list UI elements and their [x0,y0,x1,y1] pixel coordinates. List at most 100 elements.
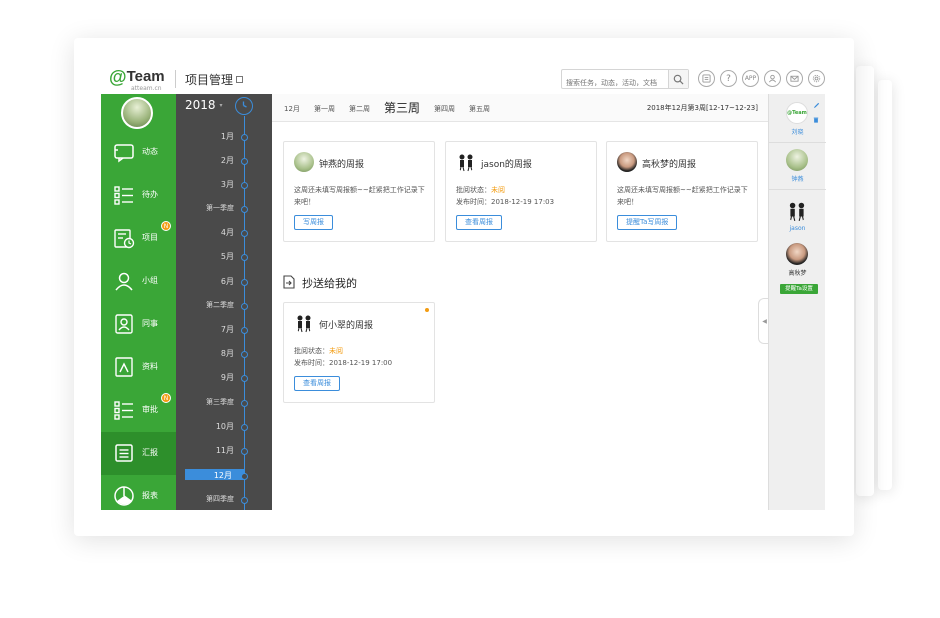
timeline-item[interactable]: 9月 [176,371,272,385]
write-report-button[interactable]: 写周报 [294,215,333,230]
header-tools: ? APP [698,70,825,87]
view-report-button[interactable]: 查看周报 [294,376,340,391]
publish-time: 发布时间：2018-12-19 17:00 [294,359,393,367]
tab-week-5[interactable]: 第五周 [469,104,490,114]
user-icon[interactable] [764,70,781,87]
sidebar-item-group[interactable]: 小组 [101,260,176,303]
title-menu-icon[interactable] [236,76,244,83]
publish-time: 发布时间：2018-12-19 17:03 [456,198,555,206]
logo-text: Team [126,68,165,85]
avatar [617,152,637,172]
new-badge: N [161,393,171,403]
report-card: 高秋梦的周报 这周还未填写周报额~~赶紧把工作记录下来吧！ 提醒Ta写周报 [606,141,758,242]
report-card: jason的周报 批阅状态：未阅 发布时间：2018-12-19 17:03 查看… [445,141,597,242]
app-icon[interactable]: APP [742,70,759,87]
sidebar-item-label: 资料 [142,362,158,371]
timeline-item[interactable]: 10月 [176,420,272,434]
timeline-panel: 2018 ▾ 1月 2月 3月 第一季度 4月 5月 6月 第二季度 7月 8月 … [176,94,272,510]
search-button[interactable] [668,70,688,88]
member-name[interactable]: jason [769,225,826,232]
divider [769,142,826,143]
timeline-item[interactable]: 1月 [176,130,272,144]
clock-icon[interactable] [235,97,253,115]
help-icon[interactable]: ? [720,70,737,87]
tab-week-4[interactable]: 第四周 [434,104,455,114]
mail-icon[interactable] [786,70,803,87]
timeline-item[interactable]: 3月 [176,178,272,192]
sidebar-item-label: 项目 [142,233,158,242]
sidebar-item-label: 报表 [142,491,158,500]
view-report-button[interactable]: 查看周报 [456,215,502,230]
report-title: 钟燕的周报 [319,160,365,170]
tab-month[interactable]: 12月 [284,104,300,114]
header-divider [175,70,176,88]
report-icon [115,444,133,462]
tab-week-2[interactable]: 第二周 [349,104,370,114]
timeline-item[interactable]: 7月 [176,323,272,337]
timeline-item[interactable]: 2月 [176,154,272,168]
page-title: 项目管理 [185,71,244,88]
remind-setup-button[interactable]: 提醒Ta设置 [780,284,818,294]
sidebar-item-colleague[interactable]: 同事 [101,303,176,346]
year-selector[interactable]: 2018 ▾ [185,98,223,112]
user-avatar[interactable] [121,97,153,129]
status-label: 批阅状态： [456,186,491,194]
member-panel: @Team 刘晓 钟燕 jason 高秋梦 提醒Ta设置 [768,94,826,510]
member-name[interactable]: 高秋梦 [769,268,826,277]
colleague-icon [115,314,133,334]
sidebar-item-label: 待办 [142,190,158,199]
member-name[interactable]: 钟燕 [769,174,826,183]
tab-week-1[interactable]: 第一周 [314,104,335,114]
member-avatar[interactable] [786,243,808,265]
timeline-item[interactable]: 11月 [176,444,272,458]
settings-icon[interactable] [808,70,825,87]
news-icon[interactable] [698,70,715,87]
timeline-item[interactable]: 第一季度 [176,202,272,216]
timeline-item[interactable]: 第二季度 [176,299,272,313]
member-avatar[interactable] [786,200,808,222]
timeline-item[interactable]: 第四季度 [176,493,272,507]
sidebar-item-report[interactable]: 汇报 [101,432,176,475]
cc-icon [283,275,295,289]
divider [769,189,826,190]
sidebar-item-label: 审批 [142,405,158,414]
member-avatar[interactable] [786,149,808,171]
sidebar-item-todo[interactable]: 待办 [101,174,176,217]
cc-section-title: 抄送给我的 [302,277,357,290]
remind-report-button[interactable]: 提醒Ta写周报 [617,215,678,230]
sidebar-item-files[interactable]: 资料 [101,346,176,389]
main-content: 12月 第一周 第二周 第三周 第四周 第五周 2018年12月第3周[12-1… [272,94,768,510]
cc-report-card: 何小翠的周报 批阅状态：未阅 发布时间：2018-12-19 17:00 查看周报 [283,302,435,403]
status-badge: 未阅 [329,347,343,355]
timeline-item[interactable]: 8月 [176,347,272,361]
timeline-item-active[interactable]: 12月 [176,469,272,483]
group-icon [115,272,133,291]
week-date-range: 2018年12月第3周[12-17~12-23] [646,104,758,112]
chevron-left-icon: ◀ [762,317,767,325]
status-label: 批阅状态： [294,347,329,355]
edit-icon[interactable] [813,102,820,109]
timeline-item[interactable]: 第三季度 [176,396,272,410]
team-logo-avatar[interactable]: @Team [786,102,808,124]
delete-icon[interactable] [813,117,819,123]
project-icon [114,229,135,249]
activity-icon [114,144,134,163]
brand-logo[interactable]: @ Team atteam.cn [109,68,165,92]
status-badge: 未阅 [491,186,505,194]
timeline-item[interactable]: 5月 [176,250,272,264]
sidebar-item-chart[interactable]: 报表 [101,475,176,518]
chevron-down-icon: ▾ [219,102,223,109]
report-title: 高秋梦的周报 [642,160,697,170]
page-title-text: 项目管理 [185,73,234,87]
avatar [456,152,476,172]
timeline-item[interactable]: 4月 [176,226,272,240]
sidebar-item-activity[interactable]: 动态 [101,131,176,174]
tab-week-3[interactable]: 第三周 [384,99,420,116]
member-name[interactable]: 刘晓 [769,127,826,136]
sidebar-item-approval[interactable]: 审批 N [101,389,176,432]
search-box [561,69,689,92]
timeline-item[interactable]: 6月 [176,275,272,289]
logo-subtext: atteam.cn [131,85,162,92]
sidebar-item-project[interactable]: 项目 N [101,217,176,260]
search-input[interactable] [562,74,666,92]
